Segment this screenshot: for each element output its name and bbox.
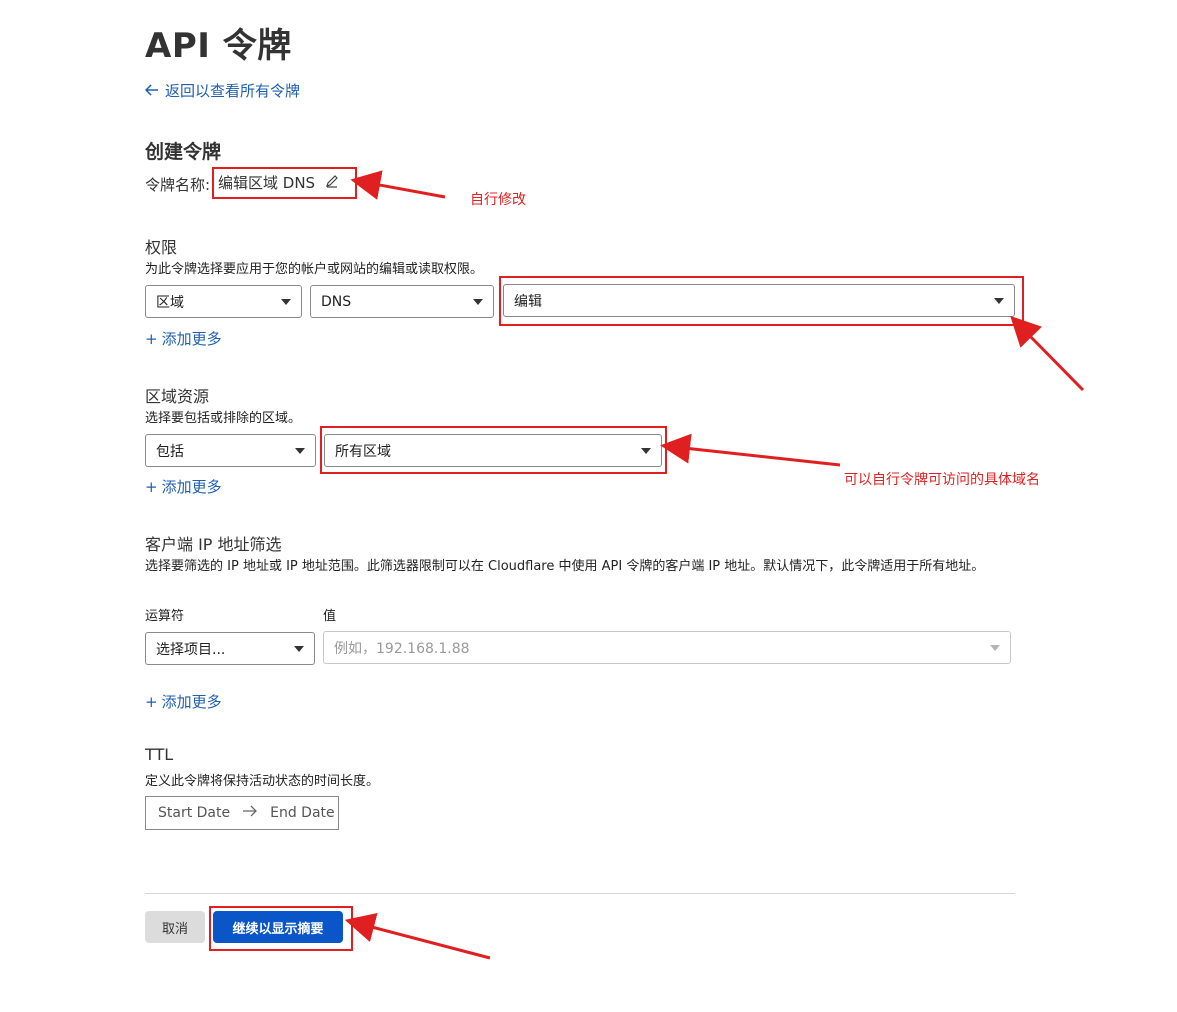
annotation-edit-name: 自行修改 (470, 192, 526, 208)
arrow-to-continue (344, 913, 491, 960)
annotation-zone-tip: 可以自行令牌可访问的具体域名 (844, 472, 1040, 488)
annotation-arrows (344, 170, 1085, 960)
arrow-to-access-select (1010, 315, 1085, 392)
arrow-to-zone-select (660, 433, 841, 467)
arrow-to-token-name (350, 170, 446, 200)
